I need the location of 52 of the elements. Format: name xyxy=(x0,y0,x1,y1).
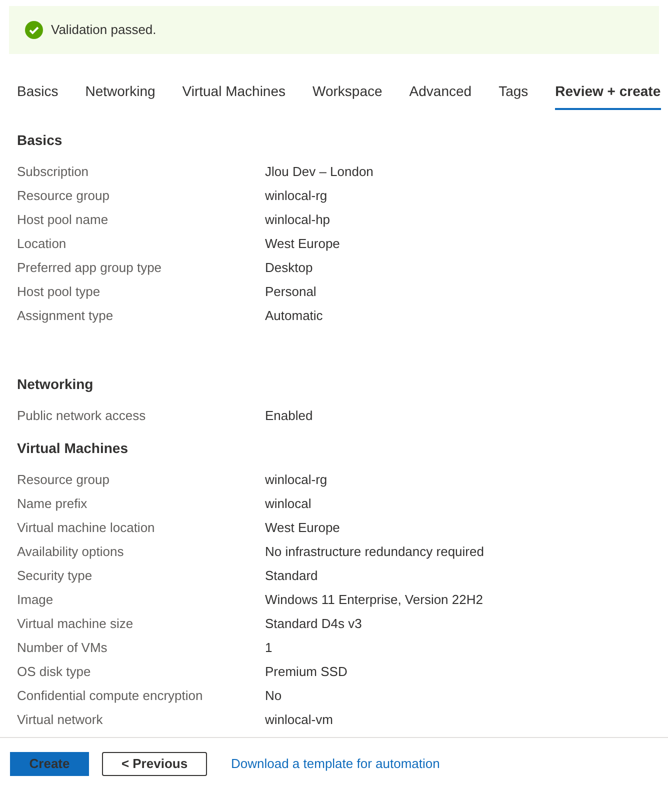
section-heading: Basics xyxy=(17,131,64,150)
field-label: Subscription xyxy=(17,163,90,182)
field-value: Standard xyxy=(265,567,318,586)
check-icon xyxy=(25,21,43,39)
field-label: Virtual machine size xyxy=(17,615,134,634)
field-value: Windows 11 Enterprise, Version 22H2 xyxy=(265,591,483,610)
field-label: Name prefix xyxy=(17,495,88,514)
field-value: West Europe xyxy=(265,235,340,254)
download-template-link[interactable]: Download a template for automation xyxy=(231,754,440,774)
field-value: winlocal xyxy=(265,495,312,514)
field-label: Virtual machine location xyxy=(17,519,156,538)
field-value: Personal xyxy=(265,283,316,302)
field-label: Number of VMs xyxy=(17,639,108,658)
field-value: Premium SSD xyxy=(265,663,348,682)
field-label: Resource group xyxy=(17,471,110,490)
tab[interactable]: Tags xyxy=(498,80,528,110)
field-label: Availability options xyxy=(17,543,125,562)
field-label: Location xyxy=(17,235,68,254)
field-value: winlocal-rg xyxy=(265,187,328,206)
section-heading: Virtual Machines xyxy=(17,439,130,458)
field-label: Image xyxy=(17,591,54,610)
field-label: Host pool name xyxy=(17,211,110,230)
banner-text: Validation passed. xyxy=(51,21,156,40)
field-label: Host pool type xyxy=(17,283,102,302)
field-value: Standard D4s v3 xyxy=(265,615,362,634)
tab[interactable]: Basics xyxy=(17,80,58,110)
field-label: Resource group xyxy=(17,187,110,206)
field-label: Virtual network xyxy=(17,711,104,730)
field-value: winlocal-hp xyxy=(265,211,330,230)
field-label: Security type xyxy=(17,567,94,586)
field-value: No infrastructure redundancy required xyxy=(265,543,484,562)
field-label: Assignment type xyxy=(17,307,114,326)
field-label: Public network access xyxy=(17,407,147,426)
tab[interactable]: Review + create xyxy=(555,80,661,110)
field-value: winlocal-rg xyxy=(265,471,328,490)
tab[interactable]: Advanced xyxy=(409,80,472,110)
tab[interactable]: Networking xyxy=(85,80,156,110)
field-value: Automatic xyxy=(265,307,323,326)
field-label: OS disk type xyxy=(17,663,92,682)
tab[interactable]: Workspace xyxy=(312,80,382,110)
field-value: winlocal-vm xyxy=(265,711,333,730)
field-value: Enabled xyxy=(265,407,313,426)
previous-button[interactable]: < Previous xyxy=(102,752,207,776)
field-value: No xyxy=(265,687,282,706)
field-value: 1 xyxy=(265,639,272,658)
field-label: Preferred app group type xyxy=(17,259,163,278)
field-value: West Europe xyxy=(265,519,340,538)
tab[interactable]: Virtual Machines xyxy=(182,80,286,110)
field-value: Jlou Dev – London xyxy=(265,163,374,182)
section-heading: Networking xyxy=(17,375,94,394)
field-value: Desktop xyxy=(265,259,313,278)
field-label: Confidential compute encryption xyxy=(17,687,204,706)
